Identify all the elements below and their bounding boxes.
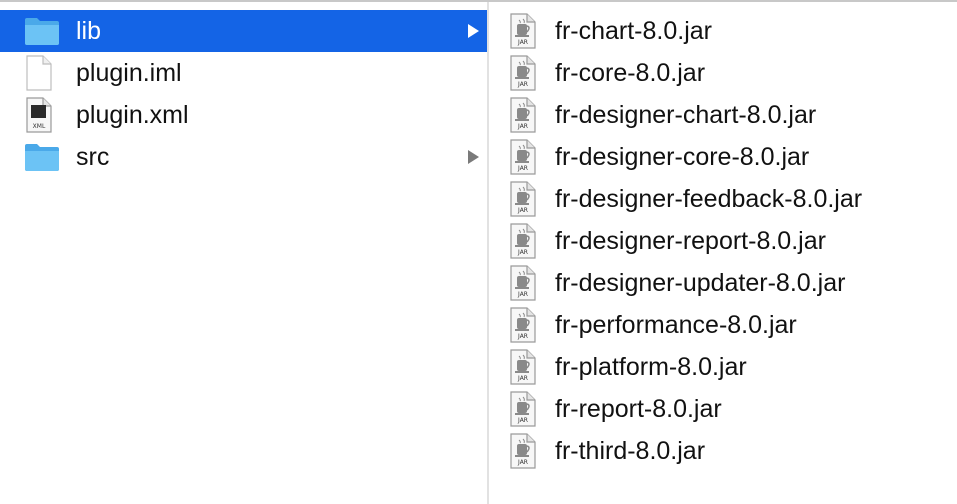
file-row-jar[interactable]: JAR fr-chart-8.0.jar xyxy=(489,10,957,52)
xml-file-icon: XML xyxy=(24,97,60,133)
file-row-src[interactable]: src xyxy=(0,136,487,178)
file-label: fr-designer-chart-8.0.jar xyxy=(555,100,817,129)
file-label: fr-third-8.0.jar xyxy=(555,436,706,465)
file-label: plugin.iml xyxy=(76,58,182,87)
jar-file-icon: JAR xyxy=(509,139,539,175)
file-row-jar[interactable]: JAR fr-performance-8.0.jar xyxy=(489,304,957,346)
file-row-plugin-xml[interactable]: XML plugin.xml xyxy=(0,94,487,136)
file-label: fr-core-8.0.jar xyxy=(555,58,706,87)
jar-file-icon: JAR xyxy=(509,349,539,385)
jar-file-icon: JAR xyxy=(509,391,539,427)
jar-badge-text: JAR xyxy=(517,291,528,298)
file-row-jar[interactable]: JAR fr-designer-updater-8.0.jar xyxy=(489,262,957,304)
jar-badge-text: JAR xyxy=(517,39,528,46)
document-icon xyxy=(24,55,60,91)
jar-badge-text: JAR xyxy=(517,123,528,130)
file-row-jar[interactable]: JAR fr-core-8.0.jar xyxy=(489,52,957,94)
jar-file-icon: JAR xyxy=(509,13,539,49)
file-row-jar[interactable]: JAR fr-designer-report-8.0.jar xyxy=(489,220,957,262)
file-label: fr-designer-feedback-8.0.jar xyxy=(555,184,863,213)
file-row-jar[interactable]: JAR fr-designer-feedback-8.0.jar xyxy=(489,178,957,220)
folder-icon xyxy=(24,13,60,49)
file-label: fr-report-8.0.jar xyxy=(555,394,722,423)
file-row-plugin-iml[interactable]: plugin.iml xyxy=(0,52,487,94)
jar-file-icon: JAR xyxy=(509,433,539,469)
jar-file-icon: JAR xyxy=(509,55,539,91)
jar-badge-text: JAR xyxy=(517,249,528,256)
file-row-jar[interactable]: JAR fr-platform-8.0.jar xyxy=(489,346,957,388)
jar-badge-text: JAR xyxy=(517,333,528,340)
file-label: fr-performance-8.0.jar xyxy=(555,310,797,339)
column-2-list[interactable]: JAR fr-chart-8.0.jar JAR fr-core-8.0.jar JAR… xyxy=(489,10,957,504)
xml-badge-text: XML xyxy=(33,123,46,130)
file-label: lib xyxy=(76,16,102,45)
column-browser: lib plugin.iml XML plugin.xml src JAR fr… xyxy=(0,0,957,504)
jar-badge-text: JAR xyxy=(517,81,528,88)
jar-file-icon: JAR xyxy=(509,181,539,217)
jar-badge-text: JAR xyxy=(517,459,528,466)
file-row-jar[interactable]: JAR fr-third-8.0.jar xyxy=(489,430,957,472)
file-row-lib[interactable]: lib xyxy=(0,10,487,52)
file-label: src xyxy=(76,142,110,171)
disclosure-arrow-icon xyxy=(468,150,479,164)
jar-file-icon: JAR xyxy=(509,97,539,133)
jar-file-icon: JAR xyxy=(509,223,539,259)
jar-badge-text: JAR xyxy=(517,165,528,172)
file-label: fr-platform-8.0.jar xyxy=(555,352,747,381)
file-label: fr-chart-8.0.jar xyxy=(555,16,712,45)
file-row-jar[interactable]: JAR fr-designer-chart-8.0.jar xyxy=(489,94,957,136)
disclosure-arrow-icon xyxy=(468,24,479,38)
file-row-jar[interactable]: JAR fr-designer-core-8.0.jar xyxy=(489,136,957,178)
file-label: plugin.xml xyxy=(76,100,189,129)
jar-file-icon: JAR xyxy=(509,265,539,301)
jar-badge-text: JAR xyxy=(517,207,528,214)
file-label: fr-designer-report-8.0.jar xyxy=(555,226,826,255)
jar-file-icon: JAR xyxy=(509,307,539,343)
jar-badge-text: JAR xyxy=(517,417,528,424)
file-label: fr-designer-updater-8.0.jar xyxy=(555,268,846,297)
column-1-list[interactable]: lib plugin.iml XML plugin.xml src xyxy=(0,10,487,504)
file-label: fr-designer-core-8.0.jar xyxy=(555,142,810,171)
folder-icon xyxy=(24,139,60,175)
file-row-jar[interactable]: JAR fr-report-8.0.jar xyxy=(489,388,957,430)
jar-badge-text: JAR xyxy=(517,375,528,382)
